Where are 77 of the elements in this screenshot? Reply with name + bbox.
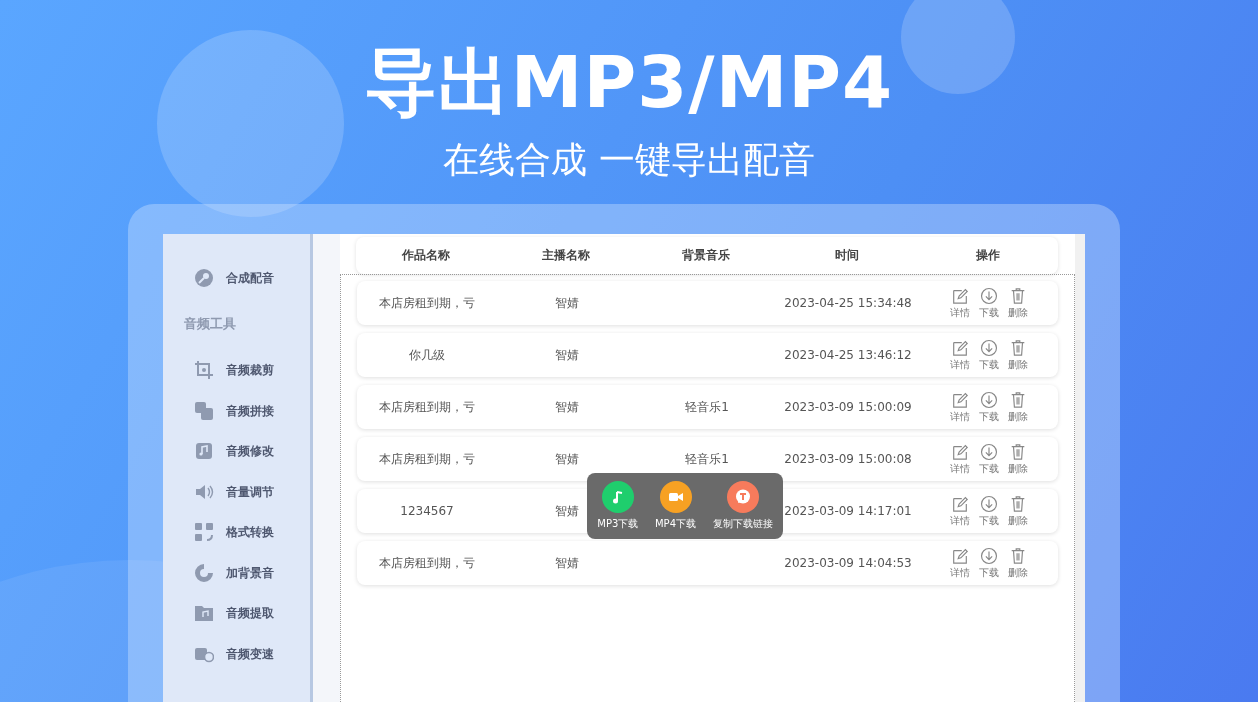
music-note-icon [194,441,214,462]
download-icon [979,391,998,410]
action-button[interactable]: 下载 [978,443,999,475]
column-header: 操作 [975,247,1001,265]
table-cell: 智婧 [555,295,579,310]
table-cell: 智婧 [555,399,579,414]
action-button[interactable]: 删除 [1007,443,1028,475]
table-cell: 智婧 [555,347,579,362]
download-option[interactable]: 复制下载链接 [712,480,773,531]
download-icon [979,287,998,306]
action-button[interactable]: 详情 [949,339,970,371]
action-button[interactable]: 删除 [1007,547,1028,579]
table-cell: 本店房租到期，亏 [379,451,475,466]
column-header: 背景音乐 [681,247,731,265]
action-button[interactable]: 下载 [978,547,999,579]
table-cell: 2023-03-09 14:04:53 [784,555,912,570]
table-cell: 2023-04-25 15:34:48 [784,295,912,310]
download-option[interactable]: MP4下载 [655,480,696,531]
edit-icon [950,443,969,462]
sidebar-item[interactable]: 加背景音 [226,563,274,582]
edit-icon [950,287,969,306]
sidebar-item[interactable]: 音频裁剪 [226,361,274,380]
ring-icon [194,562,214,583]
edit-icon [950,495,969,514]
sidebar-item[interactable]: 格式转换 [226,523,274,542]
table-cell: 2023-04-25 13:46:12 [784,347,912,362]
edit-icon [950,391,969,410]
column-header: 作品名称 [401,247,451,265]
action-button[interactable]: 详情 [949,547,970,579]
download-option[interactable]: MP3下载 [597,480,639,531]
stacked-squares-icon [194,400,214,421]
table-cell: 本店房租到期，亏 [379,555,475,570]
table-cell: 2023-03-09 15:00:09 [784,399,912,414]
table-cell: 智婧 [555,555,579,570]
convert-icon [194,522,214,543]
table-cell: 轻音乐1 [685,451,729,466]
sidebar-item[interactable]: 音频修改 [226,442,274,461]
action-button[interactable]: 下载 [978,287,999,319]
sidebar-item[interactable]: 音频拼接 [226,401,274,420]
sidebar-item[interactable]: 音频变速 [226,644,274,663]
action-button[interactable]: 详情 [949,391,970,423]
action-button[interactable]: 详情 [949,287,970,319]
crop-icon [194,360,214,381]
table-cell: 本店房租到期，亏 [379,399,475,414]
sidebar-item[interactable]: 合成配音 [226,268,274,287]
action-button[interactable]: 删除 [1007,495,1028,527]
table-cell: 2023-03-09 14:17:01 [784,503,912,518]
edit-icon [950,547,969,566]
download-icon [979,495,998,514]
download-icon [979,339,998,358]
column-header: 时间 [834,247,860,265]
subtitle: 在线合成 一键导出配音 [443,140,815,180]
table-cell: 本店房租到期，亏 [379,295,475,310]
action-button[interactable]: 详情 [949,495,970,527]
edit-icon [950,339,969,358]
table-cell: 2023-03-09 15:00:08 [784,451,912,466]
table-cell: 轻音乐1 [685,399,729,414]
table-cell: 智婧 [555,451,579,466]
action-button[interactable]: 删除 [1007,287,1028,319]
action-button[interactable]: 下载 [978,391,999,423]
action-button[interactable]: 删除 [1007,339,1028,371]
action-button[interactable]: 下载 [978,495,999,527]
music-folder-icon [194,603,214,624]
sidebar-item[interactable]: 音频提取 [226,604,274,623]
table-cell: 你几级 [409,347,445,362]
action-button[interactable]: 详情 [949,443,970,475]
column-header: 主播名称 [541,247,591,265]
action-button[interactable]: 下载 [978,339,999,371]
download-icon [979,547,998,566]
action-button[interactable]: 删除 [1007,391,1028,423]
sidebar-item[interactable]: 音量调节 [226,482,274,501]
headline: 导出MP3/MP4 [364,46,894,118]
section-heading: 音频工具 [184,315,236,334]
table-cell: 智婧 [555,503,579,518]
table-cell: 1234567 [400,503,454,518]
key-icon [194,267,214,288]
download-icon [979,443,998,462]
